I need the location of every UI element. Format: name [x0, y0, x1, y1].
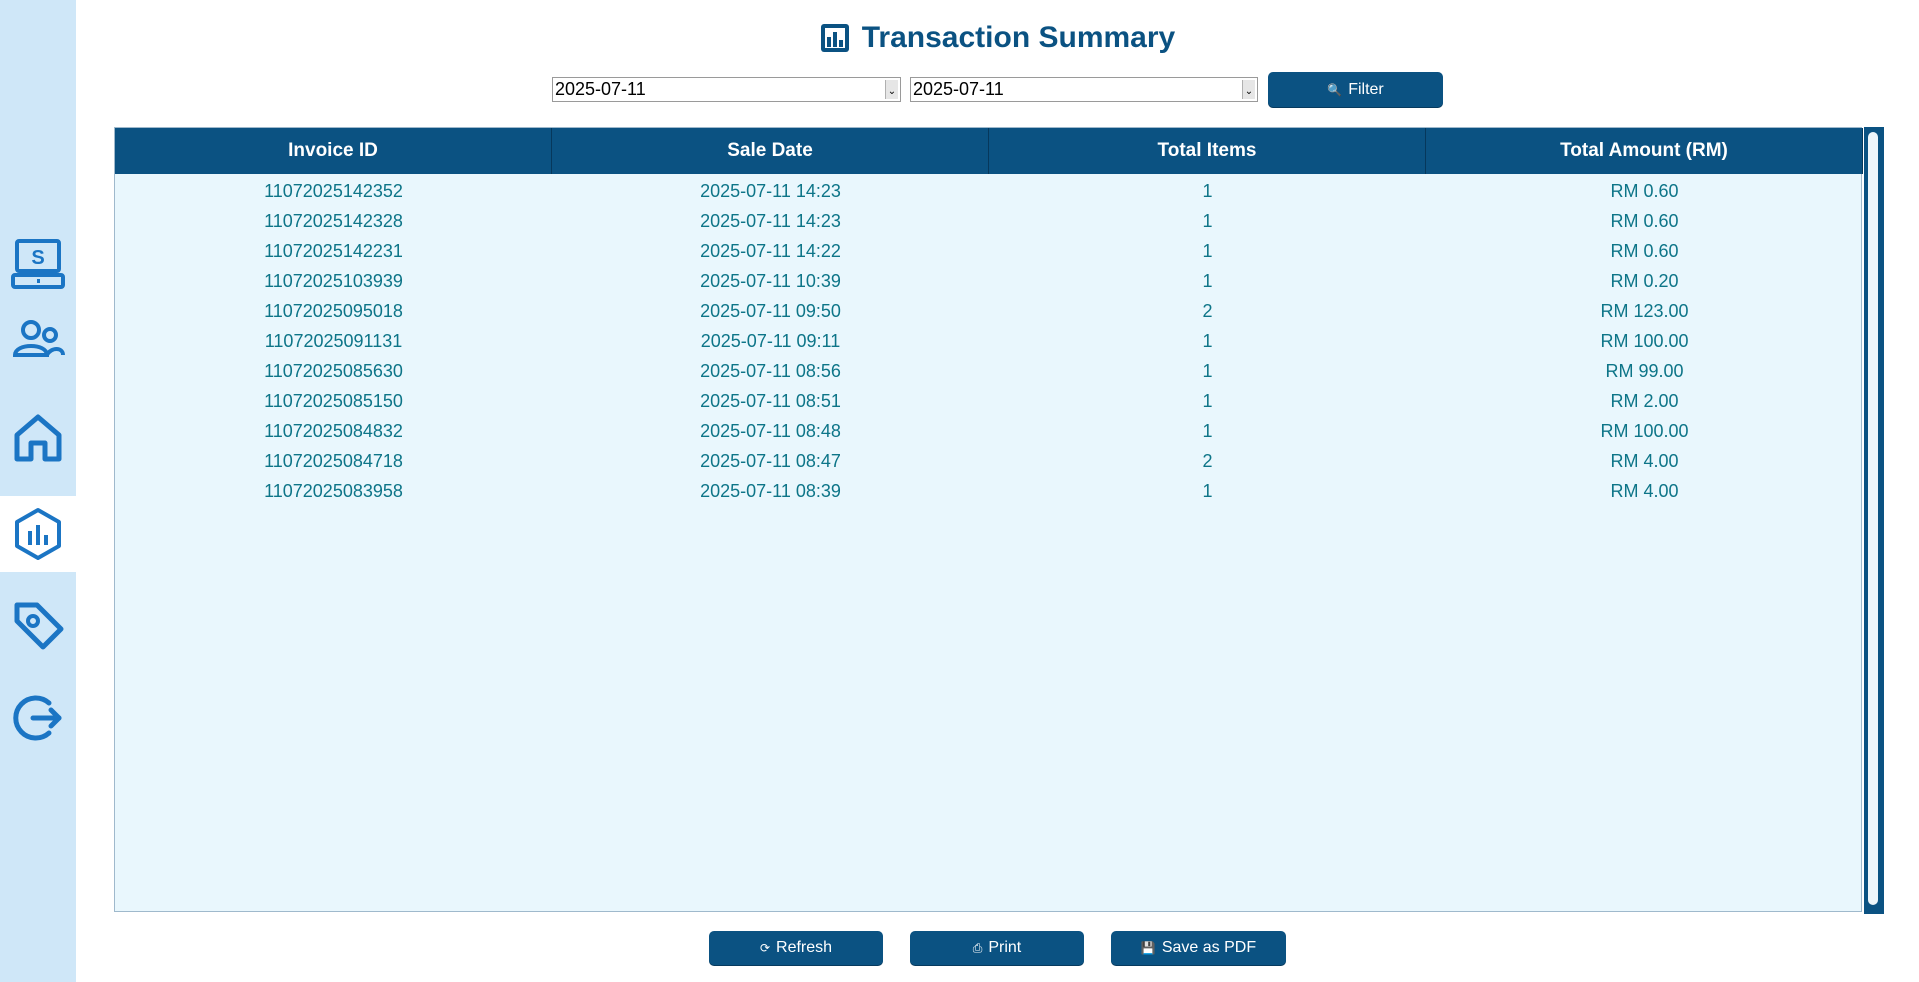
cell-sale-date: 2025-07-11 08:48	[700, 420, 841, 441]
cell-total-items: 1	[1202, 330, 1213, 351]
printer-icon: ⎙	[972, 940, 983, 955]
sidebar-item-users[interactable]	[0, 302, 76, 378]
sidebar-item-reports[interactable]	[0, 496, 76, 572]
start-date-picker[interactable]: 2025-07-11 ⌄	[552, 77, 901, 102]
column-header-sale-date[interactable]: Sale Date	[552, 128, 989, 174]
cell-total-items: 1	[1202, 240, 1213, 261]
cell-total-amount: RM 0.20	[1610, 270, 1679, 291]
cell-total-items: 2	[1202, 450, 1213, 471]
cell-sale-date: 2025-07-11 10:39	[700, 270, 841, 291]
filter-button-label: Filter	[1348, 80, 1384, 98]
page-title: Transaction Summary	[861, 21, 1176, 54]
cell-total-items: 2	[1202, 300, 1213, 321]
cell-total-amount: RM 99.00	[1605, 360, 1684, 381]
table-row[interactable]: 11072025142352 2025-07-11 14:23 1 RM 0.6…	[115, 176, 1863, 206]
page-header: Transaction Summary	[76, 18, 1919, 58]
cell-total-amount: RM 0.60	[1610, 210, 1679, 231]
home-icon	[14, 414, 62, 462]
cell-total-items: 1	[1202, 420, 1213, 441]
table-row[interactable]: 11072025084832 2025-07-11 08:48 1 RM 100…	[115, 416, 1863, 446]
cell-invoice-id: 11072025103939	[264, 270, 403, 291]
table-scrollbar[interactable]	[1864, 127, 1884, 914]
save-pdf-button-label: Save as PDF	[1161, 939, 1257, 956]
refresh-icon: ⟳	[759, 941, 771, 955]
cell-total-amount: RM 0.60	[1610, 240, 1679, 261]
cell-total-items: 1	[1202, 360, 1213, 381]
table-row[interactable]: 11072025085150 2025-07-11 08:51 1 RM 2.0…	[115, 386, 1863, 416]
cell-total-amount: RM 100.00	[1600, 420, 1689, 441]
sidebar: S	[0, 0, 76, 982]
table-body: 11072025142352 2025-07-11 14:23 1 RM 0.6…	[115, 176, 1863, 506]
cell-invoice-id: 11072025142231	[264, 240, 403, 261]
table-row[interactable]: 11072025142231 2025-07-11 14:22 1 RM 0.6…	[115, 236, 1863, 266]
chart-icon	[820, 24, 849, 52]
cell-total-amount: RM 100.00	[1600, 330, 1689, 351]
cell-sale-date: 2025-07-11 14:23	[700, 180, 841, 201]
cell-total-amount: RM 0.60	[1610, 180, 1679, 201]
column-header-total-items[interactable]: Total Items	[989, 128, 1426, 174]
users-icon	[12, 320, 65, 357]
column-header-invoice-id[interactable]: Invoice ID	[115, 128, 552, 174]
cell-total-items: 1	[1202, 270, 1213, 291]
cell-sale-date: 2025-07-11 09:11	[700, 330, 841, 351]
cell-total-items: 1	[1202, 480, 1213, 501]
cell-total-amount: RM 123.00	[1600, 300, 1689, 321]
cell-invoice-id: 11072025085150	[264, 390, 403, 411]
save-icon: 💾	[1140, 941, 1156, 955]
tag-icon	[14, 602, 64, 650]
cell-sale-date: 2025-07-11 08:56	[700, 360, 841, 381]
cell-invoice-id: 11072025084718	[264, 450, 403, 471]
table-row[interactable]: 11072025085630 2025-07-11 08:56 1 RM 99.…	[115, 356, 1863, 386]
refresh-button[interactable]: ⟳ Refresh	[709, 931, 883, 965]
cell-total-amount: RM 2.00	[1610, 390, 1679, 411]
cell-invoice-id: 11072025142328	[264, 210, 403, 231]
table-row[interactable]: 11072025095018 2025-07-11 09:50 2 RM 123…	[115, 296, 1863, 326]
cell-total-amount: RM 4.00	[1610, 450, 1679, 471]
table-row[interactable]: 11072025142328 2025-07-11 14:23 1 RM 0.6…	[115, 206, 1863, 236]
table-row[interactable]: 11072025084718 2025-07-11 08:47 2 RM 4.0…	[115, 446, 1863, 476]
dropdown-arrow-icon[interactable]: ⌄	[885, 80, 898, 99]
table-row[interactable]: 11072025103939 2025-07-11 10:39 1 RM 0.2…	[115, 266, 1863, 296]
dropdown-arrow-icon[interactable]: ⌄	[1242, 80, 1255, 99]
column-header-total-amount[interactable]: Total Amount (RM)	[1426, 128, 1863, 174]
filter-button[interactable]: 🔍 Filter	[1268, 72, 1443, 107]
sidebar-item-home[interactable]	[0, 400, 76, 476]
transactions-table: Invoice ID Sale Date Total Items Total A…	[114, 127, 1863, 912]
cell-invoice-id: 11072025142352	[264, 180, 403, 201]
scrollbar-thumb[interactable]	[1868, 132, 1878, 905]
cell-sale-date: 2025-07-11 14:23	[700, 210, 841, 231]
cell-invoice-id: 11072025095018	[264, 300, 403, 321]
table-header: Invoice ID Sale Date Total Items Total A…	[115, 128, 1863, 174]
save-pdf-button[interactable]: 💾 Save as PDF	[1111, 931, 1286, 965]
cell-sale-date: 2025-07-11 09:50	[700, 300, 841, 321]
svg-text:S: S	[31, 247, 44, 269]
cashier-icon: S	[11, 239, 65, 289]
report-icon	[15, 508, 61, 560]
cell-invoice-id: 11072025085630	[264, 360, 403, 381]
end-date-picker[interactable]: 2025-07-11 ⌄	[910, 77, 1258, 102]
cell-total-items: 1	[1202, 390, 1213, 411]
print-button-label: Print	[988, 939, 1022, 956]
cell-invoice-id: 11072025084832	[264, 420, 403, 441]
start-date-value: 2025-07-11	[555, 79, 646, 99]
cell-sale-date: 2025-07-11 08:51	[700, 390, 841, 411]
end-date-value: 2025-07-11	[913, 79, 1004, 99]
print-button[interactable]: ⎙ Print	[910, 931, 1084, 965]
refresh-button-label: Refresh	[776, 939, 833, 956]
sidebar-item-products[interactable]	[0, 586, 76, 662]
logout-icon	[13, 695, 62, 741]
magnifier-icon: 🔍	[1327, 82, 1343, 97]
sidebar-item-cashier[interactable]: S	[0, 226, 76, 302]
cell-total-items: 1	[1202, 210, 1213, 231]
cell-invoice-id: 11072025091131	[264, 330, 403, 351]
table-row[interactable]: 11072025091131 2025-07-11 09:11 1 RM 100…	[115, 326, 1863, 356]
cell-total-items: 1	[1202, 180, 1213, 201]
cell-sale-date: 2025-07-11 08:47	[700, 450, 841, 471]
table-row[interactable]: 11072025083958 2025-07-11 08:39 1 RM 4.0…	[115, 476, 1863, 506]
sidebar-item-logout[interactable]	[0, 680, 76, 756]
cell-sale-date: 2025-07-11 08:39	[700, 480, 841, 501]
cell-sale-date: 2025-07-11 14:22	[700, 240, 841, 261]
cell-invoice-id: 11072025083958	[264, 480, 403, 501]
cell-total-amount: RM 4.00	[1610, 480, 1679, 501]
